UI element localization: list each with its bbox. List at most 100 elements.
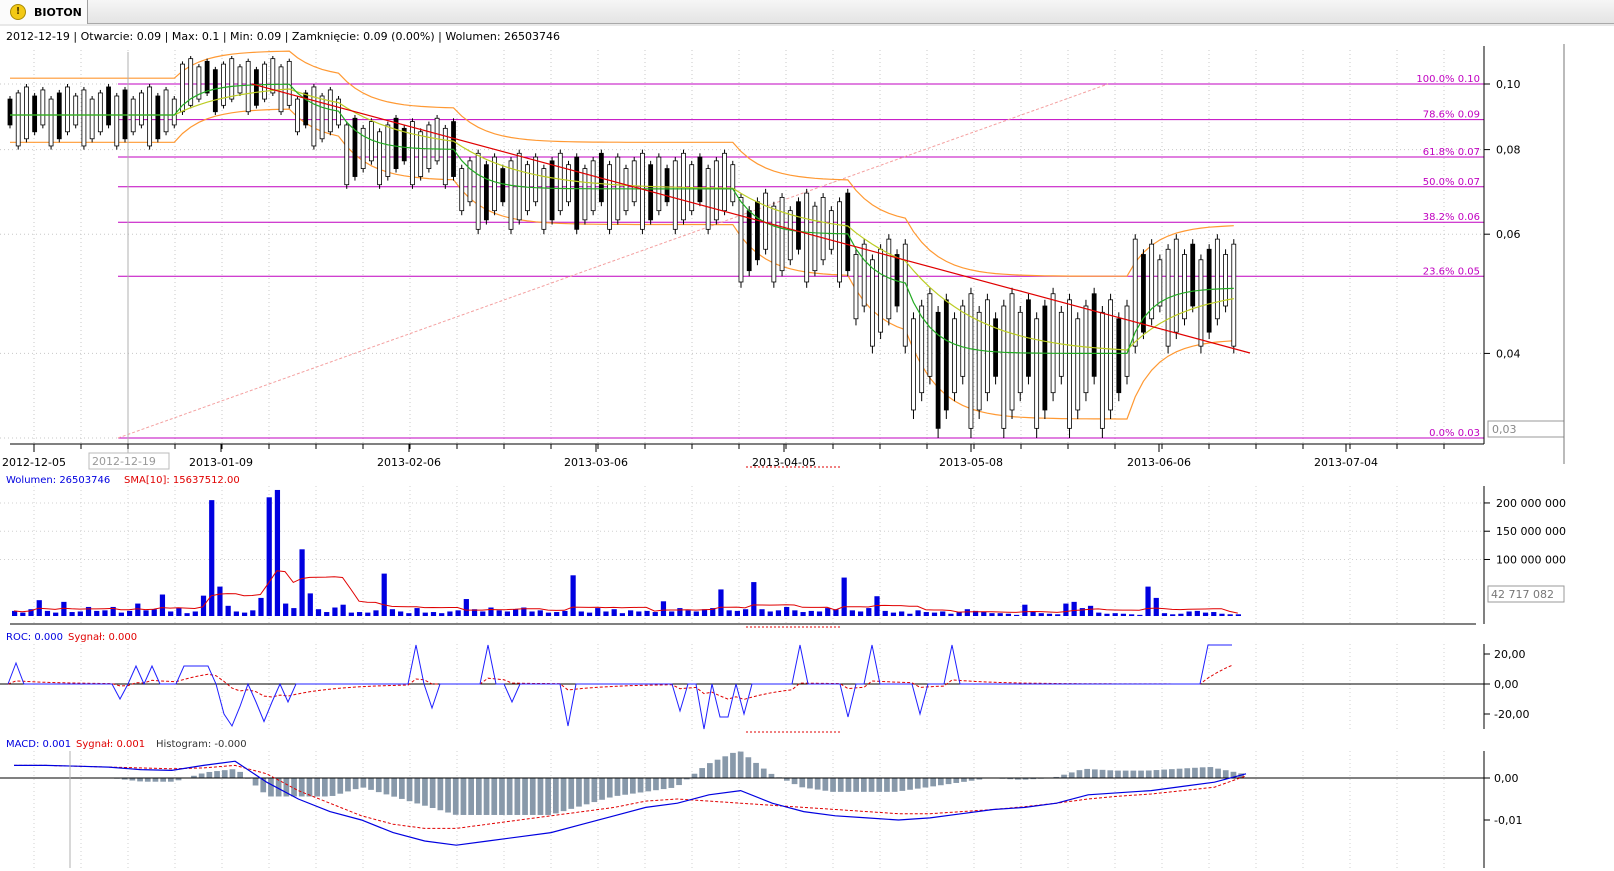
- candle-body: [591, 161, 595, 211]
- volume-bar: [1039, 613, 1044, 616]
- histogram-bar: [145, 778, 151, 782]
- tab-bioton[interactable]: ! BIOTON: [0, 0, 88, 24]
- volume-bar: [349, 613, 354, 616]
- price-panel[interactable]: 2012-12-19 | Otwarcie: 0.09 | Max: 0.1 |…: [0, 25, 1614, 469]
- histogram-bar: [1146, 771, 1152, 778]
- volume-bar: [579, 611, 584, 616]
- histogram-bar: [530, 778, 536, 815]
- volume-bar: [439, 613, 444, 616]
- histogram-bar: [1077, 770, 1083, 778]
- volume-bar: [1072, 602, 1077, 616]
- histogram-bar: [846, 778, 852, 792]
- candle-body: [640, 153, 644, 229]
- volume-axis: 200 000 000150 000 000100 000 000: [1484, 497, 1566, 567]
- candle-body: [493, 157, 497, 211]
- histogram-bar: [314, 778, 320, 796]
- histogram-bar: [1169, 769, 1175, 778]
- volume-tick-label: 100 000 000: [1496, 553, 1566, 566]
- volume-bar: [226, 606, 231, 616]
- roc-line: [8, 645, 1232, 729]
- fibonacci-level-label: 23.6% 0.05: [1423, 266, 1480, 277]
- histogram-bar: [1138, 771, 1144, 778]
- histogram-bar: [538, 778, 544, 815]
- candle-body: [295, 99, 299, 132]
- candle-body: [1174, 239, 1178, 332]
- candle-body: [156, 96, 160, 139]
- volume-bar: [283, 604, 288, 616]
- volume-bar: [1022, 605, 1027, 616]
- x-tick-label: 2013-03-06: [564, 456, 628, 469]
- volume-bar: [275, 490, 280, 616]
- candle-body: [1207, 249, 1211, 332]
- candle-body: [65, 87, 69, 132]
- histogram-bar: [499, 778, 505, 815]
- candle-body: [714, 161, 718, 220]
- volume-bar: [669, 611, 674, 616]
- volume-bar: [1178, 614, 1183, 616]
- volume-bar: [694, 611, 699, 616]
- candle-body: [271, 59, 275, 93]
- volume-bar: [587, 613, 592, 616]
- volume-bar: [497, 610, 502, 616]
- volume-bar: [94, 611, 99, 616]
- candle-body: [911, 319, 915, 410]
- roc-label: ROC: 0.000: [6, 632, 63, 643]
- histogram-bar: [407, 778, 413, 801]
- volume-bar: [554, 612, 559, 616]
- histogram-bar: [1069, 772, 1075, 778]
- histogram-bar: [622, 778, 628, 795]
- volume-bar: [480, 611, 485, 616]
- candle-body: [1084, 306, 1088, 393]
- volume-bar: [891, 613, 896, 616]
- volume-bar: [382, 574, 387, 616]
- volume-bar: [768, 611, 773, 616]
- candle-body: [657, 157, 661, 211]
- macd-panel[interactable]: MACD: 0.001 Sygnał: 0.001 Histogram: -0.…: [0, 739, 1522, 868]
- histogram-bar: [430, 778, 436, 808]
- histogram-bar: [330, 778, 336, 796]
- candle-body: [402, 128, 406, 161]
- volume-bar: [324, 612, 329, 616]
- candles: [8, 56, 1236, 438]
- roc-tick-label: 20,00: [1494, 648, 1526, 661]
- histogram-bar: [345, 778, 351, 791]
- volume-bar: [341, 605, 346, 616]
- volume-bar: [291, 608, 296, 616]
- histogram-bar: [1154, 770, 1160, 778]
- price-tick-label: 0,08: [1496, 144, 1521, 157]
- volume-panel[interactable]: Wolumen: 26503746 SMA[10]: 15637512.00 2…: [0, 475, 1566, 627]
- candle-body: [419, 132, 423, 177]
- volume-bar: [267, 497, 272, 616]
- histogram-bar: [1215, 769, 1221, 778]
- candle-body: [583, 169, 587, 220]
- candle-body: [57, 93, 61, 139]
- histogram-bar: [823, 778, 829, 791]
- candle-body: [550, 161, 554, 220]
- roc-tick-label: -20,00: [1494, 708, 1529, 721]
- histogram-bar: [207, 772, 213, 778]
- volume-bar: [135, 604, 140, 616]
- candle-body: [608, 165, 612, 230]
- roc-panel[interactable]: ROC: 0.000 Sygnał: 0.000 20,000,00-20,00: [0, 632, 1529, 732]
- histogram-bar: [615, 778, 621, 796]
- histogram-bar: [561, 778, 567, 811]
- candle-body: [747, 211, 751, 271]
- candle-body: [821, 197, 825, 259]
- candle-body: [460, 169, 464, 211]
- chart-svg[interactable]: 2012-12-19 | Otwarcie: 0.09 | Max: 0.1 |…: [0, 24, 1614, 868]
- histogram-bar: [1223, 770, 1229, 778]
- volume-tick-label: 200 000 000: [1496, 497, 1566, 510]
- candle-body: [172, 99, 176, 125]
- candle-body: [246, 61, 250, 111]
- fibonacci-level-label: 78.6% 0.09: [1423, 110, 1480, 121]
- volume-bar: [1121, 614, 1126, 616]
- histogram-bar: [222, 770, 228, 778]
- candle-body: [1010, 294, 1014, 410]
- volume-bar: [176, 608, 181, 616]
- volume-bar: [160, 595, 165, 616]
- histogram-bar: [1208, 767, 1214, 778]
- x-tick-label: 2013-02-06: [377, 456, 441, 469]
- slow-ma-line: [10, 89, 1234, 350]
- chart-area[interactable]: 2012-12-19 | Otwarcie: 0.09 | Max: 0.1 |…: [0, 24, 1614, 871]
- volume-bar: [685, 610, 690, 616]
